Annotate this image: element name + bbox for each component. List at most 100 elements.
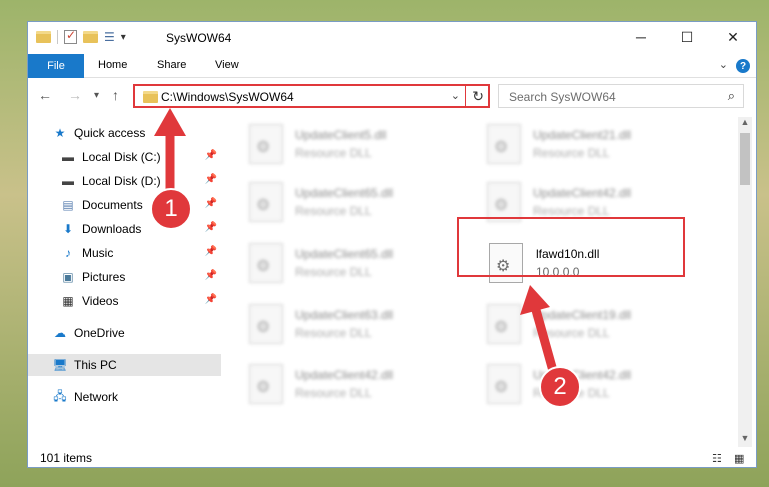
properties-icon[interactable] [64, 28, 77, 44]
search-input[interactable]: Search SysWOW64 [509, 90, 616, 104]
pictures-icon: ▣ [62, 270, 74, 284]
cloud-icon: ☁ [54, 326, 66, 340]
help-icon[interactable]: ? [736, 59, 750, 73]
sidebar-item-quick-access[interactable]: ★ Quick access [28, 122, 221, 144]
quick-access-toolbar: ☰ ▾ [36, 28, 126, 44]
file-item[interactable]: ⚙ UpdateClient19.dll Resource DLL [459, 302, 689, 348]
sidebar-item-label: OneDrive [74, 326, 125, 340]
file-name: UpdateClient42.dll [533, 186, 632, 200]
scroll-down-icon[interactable]: ▼ [738, 433, 752, 447]
details-view-icon[interactable]: ☷ [712, 452, 722, 465]
chevron-down-icon[interactable]: ▾ [121, 32, 126, 43]
gear-icon: ⚙ [256, 319, 271, 336]
file-description: Resource DLL [295, 326, 372, 340]
maximize-button[interactable]: ☐ [664, 22, 710, 52]
sidebar-item-network[interactable]: 🖧 Network [28, 386, 221, 408]
tab-view[interactable]: View [215, 59, 239, 71]
status-bar: 101 items ☷ ▦ [28, 447, 756, 467]
search-icon[interactable]: ⌕ [728, 88, 735, 104]
vertical-scrollbar[interactable]: ▲ ▼ [738, 117, 752, 447]
file-description: Resource DLL [533, 146, 610, 160]
sidebar-item-label: Local Disk (D:) [82, 174, 161, 188]
sidebar-item-local-disk-c[interactable]: ▬ Local Disk (C:) 📌 [28, 146, 221, 168]
gear-icon: ⚙ [494, 379, 509, 396]
pin-icon[interactable]: 📌 [205, 294, 217, 305]
computer-icon: 🖥 [52, 358, 68, 372]
tab-share[interactable]: Share [157, 59, 186, 71]
navigation-bar: ← → ▾ ↑ C:\Windows\SysWOW64 ⌄ ↻ Search S… [28, 79, 756, 113]
pin-icon[interactable]: 📌 [205, 222, 217, 233]
file-name: UpdateClient21.dll [533, 128, 632, 142]
file-name: UpdateClient65.dll [295, 186, 394, 200]
folder-icon [143, 91, 158, 103]
navigation-pane: ★ Quick access ▬ Local Disk (C:) 📌 ▬ Loc… [28, 117, 221, 447]
sidebar-item-onedrive[interactable]: ☁ OneDrive [28, 322, 221, 344]
address-separator [465, 86, 466, 106]
back-arrow-icon[interactable]: ← [38, 87, 52, 103]
sidebar-item-label: Videos [82, 294, 119, 308]
item-count: 101 items [40, 451, 93, 465]
up-arrow-icon[interactable]: ↑ [112, 87, 119, 103]
file-name: UpdateClient5.dll [295, 128, 387, 142]
refresh-icon[interactable]: ↻ [472, 88, 484, 105]
file-description: Resource DLL [533, 204, 610, 218]
sidebar-item-music[interactable]: ♪ Music 📌 [28, 242, 221, 264]
download-icon: ⬇ [62, 222, 74, 236]
sidebar-item-local-disk-d[interactable]: ▬ Local Disk (D:) 📌 [28, 170, 221, 192]
file-name: UpdateClient63.dll [295, 308, 394, 322]
dll-file-icon: ⚙ [249, 304, 283, 344]
chevron-down-icon[interactable]: ⌄ [719, 58, 728, 71]
tab-home[interactable]: Home [98, 59, 127, 71]
file-item[interactable]: ⚙ UpdateClient5.dll Resource DLL [221, 122, 451, 168]
window-controls: ─ ☐ ✕ [618, 22, 756, 52]
file-item[interactable]: ⚙ UpdateClient21.dll Resource DLL [459, 122, 689, 168]
file-item[interactable]: ⚙ UpdateClient65.dll Resource DLL [221, 180, 451, 226]
file-item[interactable]: ⚙ UpdateClient63.dll Resource DLL [221, 302, 451, 348]
chevron-down-icon[interactable]: ⌄ [451, 89, 460, 102]
pin-icon[interactable]: 📌 [205, 174, 217, 185]
sidebar-item-label: Documents [82, 198, 143, 212]
pin-icon[interactable]: 📌 [205, 270, 217, 281]
toolbar-separator [57, 30, 58, 44]
folder-icon[interactable] [36, 31, 51, 43]
close-button[interactable]: ✕ [710, 22, 756, 52]
network-icon: 🖧 [53, 388, 67, 403]
highlight-box [457, 217, 685, 277]
scroll-up-icon[interactable]: ▲ [738, 117, 752, 131]
sidebar-item-label: Quick access [74, 126, 146, 140]
address-path[interactable]: C:\Windows\SysWOW64 [161, 90, 294, 104]
file-description: Resource DLL [295, 386, 372, 400]
new-folder-icon[interactable] [83, 31, 98, 43]
address-bar[interactable]: C:\Windows\SysWOW64 ⌄ ↻ [133, 84, 490, 108]
file-name: UpdateClient42.dll [295, 368, 394, 382]
minimize-button[interactable]: ─ [618, 22, 664, 52]
file-item[interactable]: ⚙ UpdateClient65.dll Resource DLL [221, 241, 451, 287]
gear-icon: ⚙ [494, 197, 509, 214]
sidebar-item-videos[interactable]: ▦ Videos 📌 [28, 290, 221, 312]
recent-locations-icon[interactable]: ▾ [94, 90, 99, 101]
sidebar-item-label: Downloads [82, 222, 142, 236]
customize-icon[interactable]: ☰ [104, 30, 115, 44]
drive-icon: ▬ [62, 174, 74, 188]
search-box[interactable]: Search SysWOW64 ⌕ [498, 84, 744, 108]
dll-file-icon: ⚙ [249, 124, 283, 164]
ribbon: File Home Share View ⌄ ? [28, 54, 756, 78]
sidebar-item-label: Music [82, 246, 114, 260]
large-icons-view-icon[interactable]: ▦ [734, 452, 744, 465]
pin-icon[interactable]: 📌 [205, 150, 217, 161]
sidebar-item-documents[interactable]: ▤ Documents 📌 [28, 194, 221, 216]
file-item[interactable]: ⚙ UpdateClient42.dll Resource DLL [221, 362, 451, 408]
forward-arrow-icon[interactable]: → [68, 87, 82, 103]
step-badge-1: 1 [150, 188, 192, 230]
pin-icon[interactable]: 📌 [205, 246, 217, 257]
gear-icon: ⚙ [256, 197, 271, 214]
sidebar-item-downloads[interactable]: ⬇ Downloads 📌 [28, 218, 221, 240]
sidebar-item-pictures[interactable]: ▣ Pictures 📌 [28, 266, 221, 288]
gear-icon: ⚙ [494, 139, 509, 156]
star-icon: ★ [54, 126, 66, 140]
file-description: Resource DLL [295, 146, 372, 160]
pin-icon[interactable]: 📌 [205, 198, 217, 209]
tab-file[interactable]: File [28, 54, 84, 78]
sidebar-item-this-pc[interactable]: 🖥 This PC [28, 354, 221, 376]
scroll-thumb[interactable] [740, 133, 750, 185]
